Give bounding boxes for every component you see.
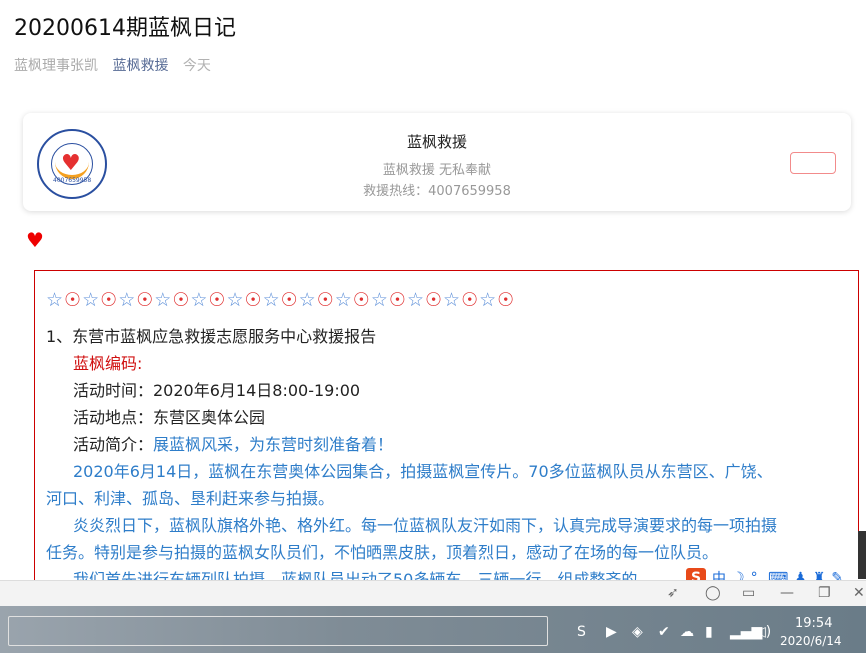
card-slogan: 蓝枫救援 无私奉献 bbox=[382, 163, 492, 178]
activity-intro: 活动简介：展蓝枫风采，为东营时刻准备着！ bbox=[73, 435, 394, 454]
activity-place: 活动地点：东营区奥体公园 bbox=[73, 408, 266, 427]
article-content: ☆☉☆☉☆☉☆☉☆☉☆☉☆☉☆☉☆☉☆☉☆☉☆☉☆☉ 1、东营市蓝枫应急救援志愿… bbox=[34, 270, 859, 590]
volume-icon[interactable]: ◁) bbox=[755, 624, 771, 640]
sogou-tray-icon[interactable]: S bbox=[577, 624, 586, 640]
follow-button[interactable] bbox=[790, 152, 836, 174]
article-title: 20200614期蓝枫日记 bbox=[14, 16, 236, 41]
taskbar-window-area[interactable] bbox=[8, 616, 548, 646]
wechat-icon[interactable]: ☁ bbox=[680, 624, 694, 640]
clock-date[interactable]: 2020/6/14 bbox=[780, 634, 842, 648]
paragraph-1-line-2: 河口、利津、孤岛、垦利赶来参与拍摄。 bbox=[46, 489, 335, 508]
media-icon[interactable]: ▶ bbox=[606, 624, 617, 640]
paragraph-2-line-2: 任务。特别是参与拍摄的蓝枫女队员们，不怕晒黑皮肤，顶着烈日，感动了在场的每一位队… bbox=[46, 543, 719, 562]
code-label: 蓝枫编码: bbox=[73, 354, 143, 373]
author-name: 蓝枫理事张凯 bbox=[14, 58, 98, 74]
scrollbar-handle[interactable] bbox=[858, 531, 866, 579]
window-icon[interactable]: ▭ bbox=[742, 585, 755, 601]
battery-icon[interactable]: ▮ bbox=[705, 624, 713, 640]
circle-icon[interactable]: ◯ bbox=[705, 585, 721, 601]
article-meta: 蓝枫理事张凯 蓝枫救援 今天 bbox=[14, 55, 211, 75]
clock-time[interactable]: 19:54 bbox=[795, 616, 832, 631]
minimize-icon[interactable]: — bbox=[780, 585, 794, 601]
shield-icon[interactable]: ◈ bbox=[632, 624, 643, 640]
publish-date: 今天 bbox=[182, 58, 211, 74]
close-icon[interactable]: ✕ bbox=[853, 585, 865, 601]
restore-icon[interactable]: ❐ bbox=[818, 585, 831, 601]
check-icon[interactable]: ✔ bbox=[658, 624, 670, 640]
report-heading: 1、东营市蓝枫应急救援志愿服务中心救援报告 bbox=[46, 327, 377, 346]
card-hotline: 救援热线：4007659958 bbox=[363, 184, 511, 199]
activity-time: 活动时间：2020年6月14日8:00-19:00 bbox=[73, 381, 361, 400]
rocket-icon[interactable]: ➶ bbox=[667, 585, 679, 601]
taskbar: S ▶ ◈ ✔ ☁ ▮ ▂▄▆ ◁) 19:54 2020/6/14 bbox=[0, 606, 866, 653]
card-account-name: 蓝枫救援 bbox=[406, 133, 467, 151]
star-divider: ☆☉☆☉☆☉☆☉☆☉☆☉☆☉☆☉☆☉☆☉☆☉☆☉☆☉ bbox=[46, 289, 516, 311]
bottom-toolbar: ➶ ◯ ▭ — ❐ ✕ bbox=[0, 531, 866, 607]
account-card[interactable]: ♥ 4007659958 蓝枫救援 蓝枫救援 无私奉献 救援热线：4007659… bbox=[23, 113, 851, 211]
heart-icon[interactable]: ♥ bbox=[26, 228, 44, 252]
paragraph-1-line-1: 2020年6月14日，蓝枫在东营奥体公园集合，拍摄蓝枫宣传片。70多位蓝枫队员从… bbox=[73, 462, 773, 481]
account-link[interactable]: 蓝枫救援 bbox=[112, 58, 168, 74]
paragraph-2-line-1: 炎炎烈日下，蓝枫队旗格外艳、格外红。每一位蓝枫队友汗如雨下，认真完成导演要求的每… bbox=[73, 516, 778, 535]
